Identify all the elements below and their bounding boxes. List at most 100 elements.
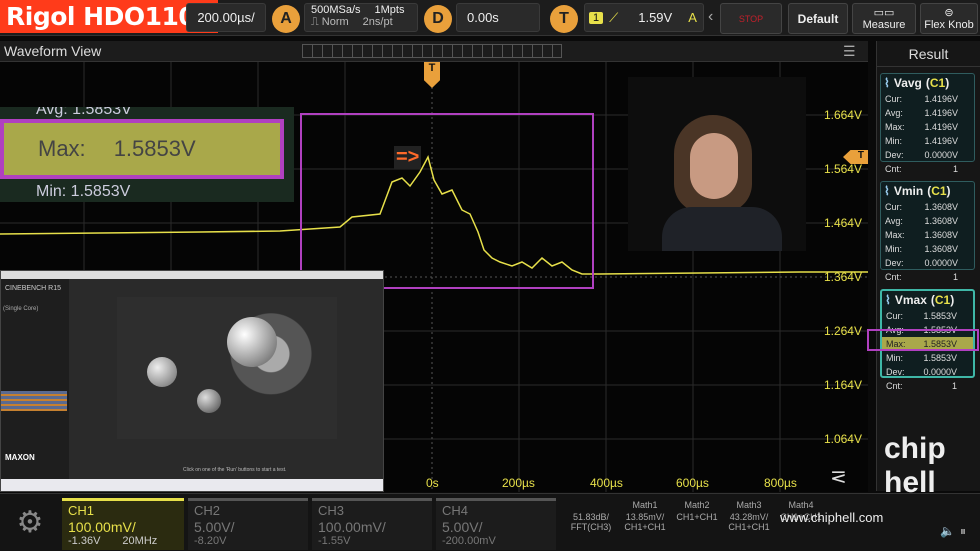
row-label: Avg: xyxy=(885,216,903,226)
result-row: Avg: 1.4196V xyxy=(881,106,974,120)
pause-icon[interactable]: ⏸ xyxy=(960,524,966,539)
row-value: 0.0000V xyxy=(923,367,957,377)
channel-ch2[interactable]: CH2 5.00V/ -8.20V xyxy=(188,498,308,550)
result-row: Cur: 1.5853V xyxy=(882,309,973,323)
row-value: 1.3608V xyxy=(924,216,958,226)
sample-rate: 500MSa/s xyxy=(311,4,361,16)
cinebench-render xyxy=(117,297,337,439)
trigger-display[interactable]: 1 ⟋ 1.59V A xyxy=(584,3,704,32)
cinebench-title: CINEBENCH R15 xyxy=(5,285,62,292)
row-label: Dev: xyxy=(885,150,904,160)
memory-overview-bar[interactable] xyxy=(302,44,562,58)
waveform-grid[interactable]: T T 1.664V 1.564V 1.464V 1.364V 1.264V 1… xyxy=(0,62,868,492)
horizontal-button[interactable]: A xyxy=(272,5,300,33)
trigger-mode: A xyxy=(688,10,697,25)
render-sphere xyxy=(147,357,177,387)
y-label-3: 1.464V xyxy=(823,216,862,230)
rising-edge-icon: ⟋ xyxy=(609,9,619,25)
card-channel: C1 xyxy=(934,293,951,307)
zoom-max-label: Max: xyxy=(38,136,86,161)
flex-knob-button[interactable]: ⊜ Flex Knob xyxy=(920,3,978,34)
measure-card-vavg[interactable]: ⌇ Vavg (C1) Cur: 1.4196V Avg: 1.4196V Max: 1.… xyxy=(880,73,975,174)
webcam-overlay xyxy=(628,77,806,251)
row-label: Cur: xyxy=(885,202,903,212)
chevron-left-icon[interactable]: ‹ xyxy=(708,8,713,26)
cinebench-sidebar: CINEBENCH R15 (Single Core) MAXON xyxy=(1,279,69,479)
flex-knob-label: Flex Knob xyxy=(924,19,974,31)
channel-ch4[interactable]: CH4 5.00V/ -200.00mV xyxy=(436,498,556,550)
y-label-6: 1.164V xyxy=(823,378,862,392)
timebase-display[interactable]: 200.00µs/ xyxy=(186,3,266,32)
home-gear-icon[interactable]: ⚙ xyxy=(6,500,54,546)
row-value: 1 xyxy=(952,164,958,174)
collapse-menu-icon[interactable]: ⋜ xyxy=(830,464,847,489)
card-channel: C1 xyxy=(931,184,947,198)
row-label: Cnt: xyxy=(886,381,903,391)
x-label-2: 200µs xyxy=(502,476,535,490)
math-scale: 13.85mV/ xyxy=(625,512,665,522)
math-scale: 51.83dB/ xyxy=(572,512,610,522)
channel-name: CH4 xyxy=(442,503,469,518)
delay-button[interactable]: D xyxy=(424,5,452,33)
acquisition-info[interactable]: 500MSa/s 1Mpts ⎍ Norm 2ns/pt xyxy=(304,3,418,32)
run-stop-button[interactable]: STOP xyxy=(720,3,782,34)
channel-bw: 20MHz xyxy=(122,535,158,547)
acq-mode: ⎍ Norm xyxy=(311,16,349,28)
math-1[interactable]: Math1 13.85mV/CH1+CH1 xyxy=(620,500,670,548)
x-label-4: 600µs xyxy=(676,476,709,490)
result-panel: Result ⌇ Vavg (C1) Cur: 1.4196V Avg: 1.4196V… xyxy=(867,41,980,491)
channel-scale: 5.00V/ xyxy=(442,519,483,535)
y-label-7: 1.064V xyxy=(823,432,862,446)
card-name: Vmax xyxy=(894,293,927,307)
x-label-3: 400µs xyxy=(590,476,623,490)
card-name: Vmin xyxy=(893,184,924,198)
zoom-max-value: 1.5853V xyxy=(113,136,196,161)
result-row: Min: 1.5853V xyxy=(882,351,973,365)
zoom-top-text: Avg: 1.5853V xyxy=(36,107,132,118)
result-row: Dev: 0.0000V xyxy=(881,256,974,270)
result-row: Cnt: 1 xyxy=(881,162,974,176)
windows-taskbar xyxy=(1,479,383,491)
card-channel: C1 xyxy=(929,76,946,90)
per-point: 2ns/pt xyxy=(362,16,393,28)
channel-name: CH2 xyxy=(194,503,221,518)
math-2[interactable]: Math2 CH1+CH1 xyxy=(672,500,722,548)
channel-bar: ⚙ CH1 100.00mV/ -1.36V 20MHz CH2 5.00V/ -… xyxy=(0,432,980,551)
math-3[interactable]: Math3 43.28mV/CH1+CH1 xyxy=(724,500,774,548)
row-value: 0.0000V xyxy=(924,150,958,160)
math-scale: 43.28mV/ xyxy=(729,512,769,522)
measure-card-vmin[interactable]: ⌇ Vmin (C1) Cur: 1.3608V Avg: 1.3608V Max: 1.… xyxy=(880,181,975,282)
channel-ch1[interactable]: CH1 100.00mV/ -1.36V 20MHz xyxy=(62,498,184,550)
volume-icon[interactable]: 🔈 xyxy=(940,524,955,538)
row-value: 1.3608V xyxy=(924,244,958,254)
callout-arrow: => xyxy=(394,146,422,169)
row-value: 1.5853V xyxy=(923,311,957,321)
menu-icon[interactable]: ☰ xyxy=(843,41,856,62)
y-label-2: 1.564V xyxy=(823,162,862,176)
card-channel-wrap: (C1) xyxy=(927,184,951,198)
zoom-bottom-text: Min: 1.5853V xyxy=(36,183,131,200)
channel-offset: -8.20V xyxy=(194,535,227,547)
top-toolbar: Rigol HDO1104 200.00µs/ A 500MSa/s 1Mpts … xyxy=(0,0,980,36)
cinebench-window[interactable]: CINEBENCH R15 (Single Core) MAXON Click … xyxy=(0,270,384,492)
default-button[interactable]: Default xyxy=(788,3,848,34)
channel-ch3[interactable]: CH3 100.00mV/ -1.55V xyxy=(312,498,432,550)
math-source: CH1+CH1 xyxy=(676,512,718,522)
row-value: 1 xyxy=(952,272,958,282)
math-source: CH1+CH1 xyxy=(624,522,666,532)
math-name xyxy=(566,500,616,512)
memory-depth: 1Mpts xyxy=(374,4,405,16)
row-value: 1.3608V xyxy=(924,230,958,240)
delay-display[interactable]: 0.00s xyxy=(456,3,540,32)
vavg-icon: ⌇ xyxy=(884,76,890,90)
row-label: Cur: xyxy=(885,94,903,104)
row-label: Max: xyxy=(885,122,905,132)
measure-icon: ▭▭ xyxy=(873,7,895,19)
watermark-text: www.chiphell.com xyxy=(780,510,884,525)
measure-button[interactable]: ▭▭ Measure xyxy=(852,3,916,34)
result-row: Cur: 1.4196V xyxy=(881,92,974,106)
trigger-button[interactable]: T xyxy=(550,5,578,33)
render-sphere-small xyxy=(197,389,221,413)
math-fft[interactable]: 51.83dB/FFT(CH3) xyxy=(566,500,616,548)
cinebench-titlebar xyxy=(1,271,383,279)
